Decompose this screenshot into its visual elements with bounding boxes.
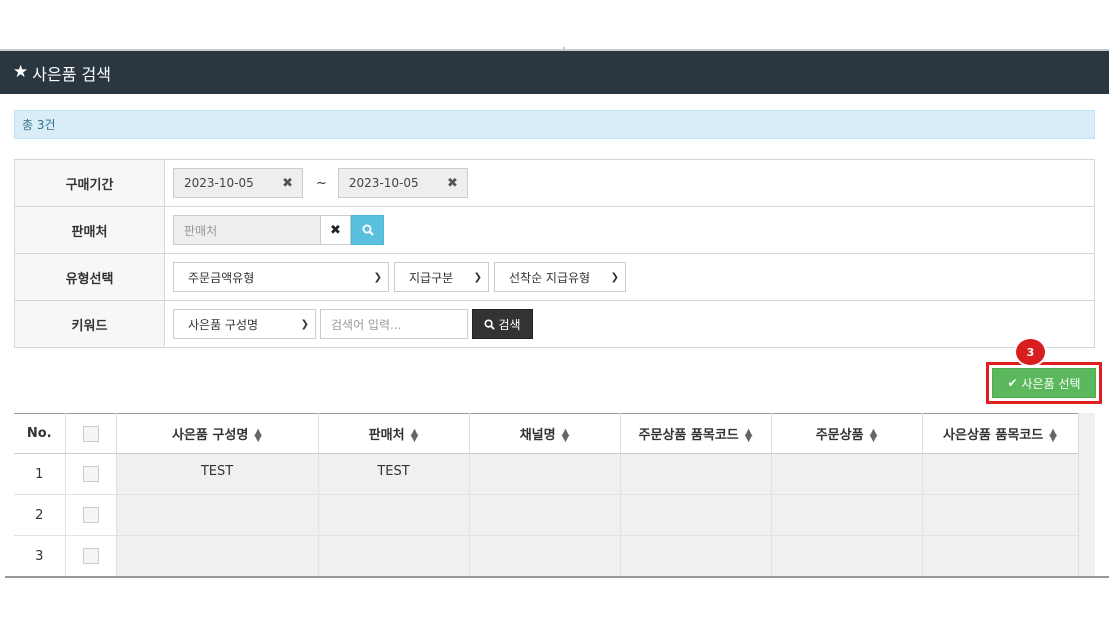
col-no: No. bbox=[14, 413, 66, 454]
cell-order-code bbox=[620, 453, 772, 495]
order-amount-type-select[interactable]: 주문금액유형 ❯ bbox=[173, 262, 389, 292]
cell-order-code bbox=[620, 494, 772, 536]
keyword-field-select[interactable]: 사은품 구성명 ❯ bbox=[173, 309, 316, 339]
row-checkbox-cell bbox=[65, 453, 117, 495]
payment-type-value: 지급구분 bbox=[409, 270, 454, 285]
cell-channel bbox=[469, 453, 621, 495]
type-label: 유형선택 bbox=[14, 253, 165, 301]
page-header: ★ 사은품 검색 bbox=[0, 51, 1109, 94]
cell-vendor: TEST bbox=[317, 453, 470, 495]
row-checkbox[interactable] bbox=[82, 466, 99, 482]
clear-end-date-icon[interactable]: ✖ bbox=[447, 176, 458, 191]
sort-icon: ▲ ▼ bbox=[561, 426, 570, 444]
vendor-clear-button[interactable]: ✖ bbox=[321, 215, 351, 245]
row-number: 1 bbox=[14, 453, 66, 495]
results-grid: No. 사은품 구성명 ▲ ▼ 판매처 ▲ ▼ 채널명 ▲ ▼ 주문상품 품목코드 ▲ ▼ 주문… bbox=[14, 413, 1095, 577]
check-icon: ✔ bbox=[1007, 376, 1018, 390]
start-date-field[interactable]: 2023-10-05 ✖ bbox=[173, 168, 303, 198]
result-count-bar: 총 3건 bbox=[14, 110, 1095, 139]
cell-vendor bbox=[317, 535, 470, 577]
highlight-box: ✔ 사은품 선택 bbox=[986, 362, 1102, 404]
sort-icon: ▲ ▼ bbox=[744, 426, 753, 444]
search-form: 구매기간 2023-10-05 ✖ ~ 2023-10-05 ✖ 판매처 판매처… bbox=[14, 159, 1095, 348]
sort-icon: ▲ ▼ bbox=[869, 426, 878, 444]
cell-order-product bbox=[771, 535, 923, 577]
vendor-input[interactable]: 판매처 bbox=[173, 215, 321, 245]
sort-icon: ▲ ▼ bbox=[1049, 426, 1057, 444]
cell-order-code bbox=[620, 535, 772, 577]
row-checkbox-cell bbox=[65, 535, 117, 577]
end-date-field[interactable]: 2023-10-05 ✖ bbox=[337, 168, 468, 198]
chevron-down-icon: ❯ bbox=[373, 271, 382, 283]
col-gift-code[interactable]: 사은상품 품목코드 ▲ ▼ bbox=[922, 413, 1079, 454]
start-date-value: 2023-10-05 bbox=[184, 176, 254, 190]
row-number: 3 bbox=[14, 535, 66, 577]
first-come-type-value: 선착순 지급유형 bbox=[509, 270, 591, 285]
cell-gift-code bbox=[922, 453, 1079, 495]
date-separator: ~ bbox=[316, 175, 327, 191]
col-gift-name[interactable]: 사은품 구성명 ▲ ▼ bbox=[116, 413, 319, 454]
cell-channel bbox=[469, 494, 621, 536]
search-icon bbox=[484, 318, 496, 330]
chevron-down-icon: ❯ bbox=[610, 271, 619, 283]
star-icon: ★ bbox=[13, 62, 29, 82]
search-icon bbox=[362, 224, 374, 236]
row-checkbox[interactable] bbox=[82, 507, 99, 523]
col-order-code[interactable]: 주문상품 품목코드 ▲ ▼ bbox=[620, 413, 772, 454]
keyword-field-value: 사은품 구성명 bbox=[188, 317, 259, 332]
col-channel[interactable]: 채널명 ▲ ▼ bbox=[469, 413, 621, 454]
payment-type-select[interactable]: 지급구분 ❯ bbox=[394, 262, 489, 292]
keyword-input[interactable]: 검색어 입력... bbox=[320, 309, 468, 339]
row-checkbox-cell bbox=[65, 494, 117, 536]
select-gift-label: 사은품 선택 bbox=[1021, 376, 1081, 391]
step-badge: 3 bbox=[1014, 337, 1047, 367]
clear-start-date-icon[interactable]: ✖ bbox=[282, 176, 293, 191]
first-come-type-select[interactable]: 선착순 지급유형 ❯ bbox=[494, 262, 626, 292]
select-all-checkbox[interactable] bbox=[82, 425, 99, 442]
row-number: 2 bbox=[14, 494, 66, 536]
col-order-product[interactable]: 주문상품 ▲ ▼ bbox=[771, 413, 923, 454]
sort-icon: ▲ ▼ bbox=[410, 426, 419, 444]
keyword-search-label: 검색 bbox=[498, 317, 521, 332]
order-amount-type-value: 주문금액유형 bbox=[188, 270, 255, 285]
period-label: 구매기간 bbox=[14, 159, 165, 207]
row-checkbox[interactable] bbox=[82, 548, 99, 564]
chevron-down-icon: ❯ bbox=[473, 271, 482, 283]
grid-header-row: No. 사은품 구성명 ▲ ▼ 판매처 ▲ ▼ 채널명 ▲ ▼ 주문상품 품목코드 ▲ ▼ 주문… bbox=[14, 413, 1079, 454]
cell-order-product bbox=[771, 453, 923, 495]
end-date-value: 2023-10-05 bbox=[348, 176, 419, 190]
keyword-label: 키워드 bbox=[14, 300, 165, 348]
result-count: 총 3건 bbox=[22, 118, 56, 132]
cell-order-product bbox=[771, 494, 923, 536]
cell-gift-name bbox=[116, 494, 319, 536]
chevron-down-icon: ❯ bbox=[300, 318, 309, 330]
vendor-label: 판매처 bbox=[14, 206, 165, 254]
select-gift-button[interactable]: ✔ 사은품 선택 bbox=[992, 368, 1096, 398]
col-select-all bbox=[65, 413, 117, 454]
cell-gift-code bbox=[922, 535, 1079, 577]
cell-gift-name: TEST bbox=[116, 453, 319, 495]
sort-icon: ▲ ▼ bbox=[254, 426, 262, 444]
table-row[interactable]: 1 TEST TEST bbox=[14, 453, 1079, 495]
vendor-search-button[interactable] bbox=[351, 215, 384, 245]
keyword-search-button[interactable]: 검색 bbox=[472, 309, 533, 339]
grid-scrollbar[interactable] bbox=[1078, 413, 1095, 576]
col-vendor[interactable]: 판매처 ▲ ▼ bbox=[317, 413, 470, 454]
cell-gift-name bbox=[116, 535, 319, 577]
cell-channel bbox=[469, 535, 621, 577]
cell-vendor bbox=[317, 494, 470, 536]
bottom-divider bbox=[5, 576, 1109, 578]
cell-gift-code bbox=[922, 494, 1079, 536]
page-title: 사은품 검색 bbox=[32, 64, 111, 84]
table-row[interactable]: 2 bbox=[14, 494, 1079, 536]
table-row[interactable]: 3 bbox=[14, 535, 1079, 577]
